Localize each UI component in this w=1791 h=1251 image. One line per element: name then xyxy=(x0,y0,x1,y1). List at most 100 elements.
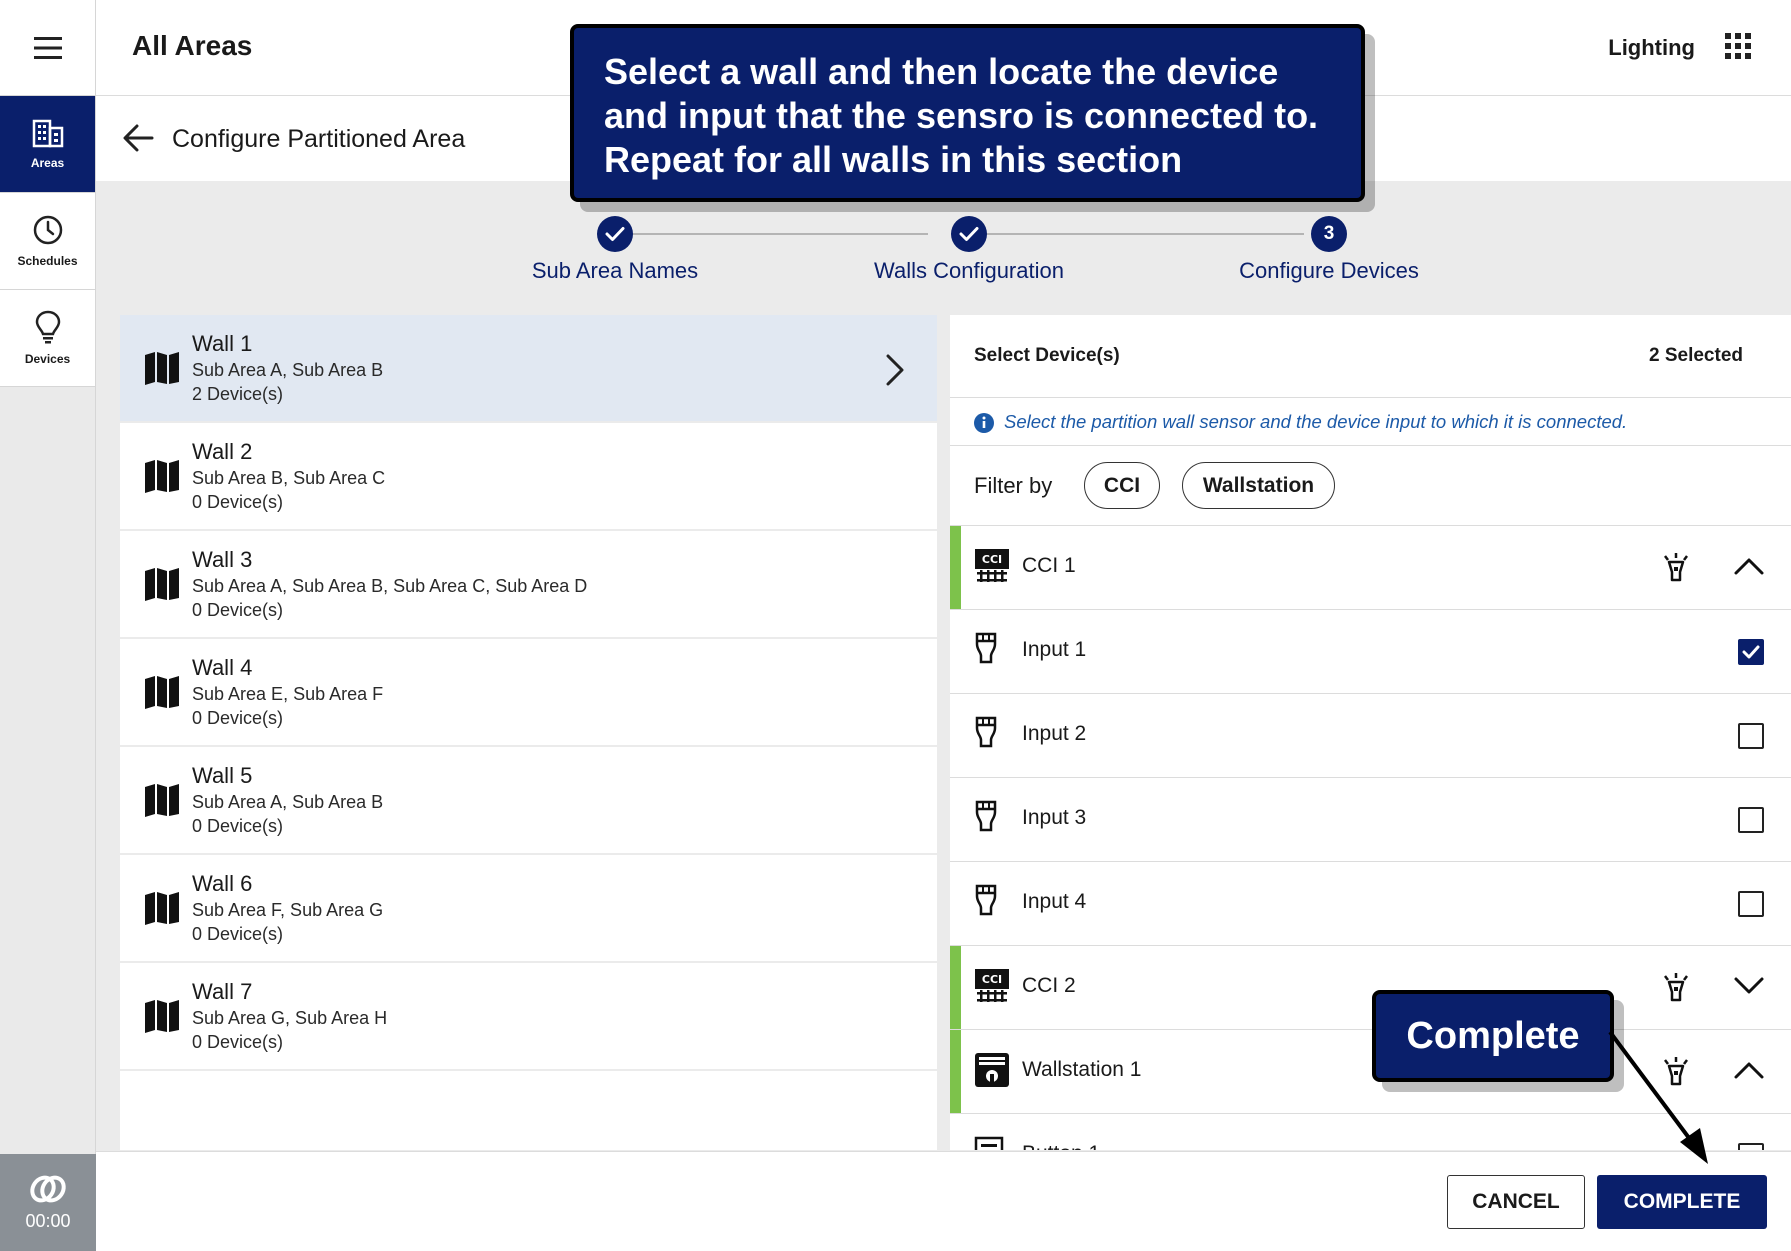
complete-button[interactable]: COMPLETE xyxy=(1597,1175,1767,1229)
timer-value: 00:00 xyxy=(25,1211,71,1231)
step-number: 3 xyxy=(1311,216,1347,252)
cci-device-icon: CCI xyxy=(975,549,1009,582)
lightbulb-icon xyxy=(35,310,60,344)
device-input-row[interactable]: Input 1 xyxy=(950,610,1791,694)
partition-wall-icon xyxy=(145,460,179,493)
page-title: All Areas xyxy=(132,30,253,61)
wall-subareas: Sub Area G, Sub Area H xyxy=(192,1008,388,1028)
link-icon xyxy=(30,1175,66,1203)
cancel-button[interactable]: CANCEL xyxy=(1447,1175,1585,1229)
nav-item-areas[interactable]: Areas xyxy=(0,96,95,193)
filter-chip-wallstation[interactable]: Wallstation xyxy=(1182,462,1335,509)
info-text: Select the partition wall sensor and the… xyxy=(1004,411,1628,432)
wall-name: Wall 1 xyxy=(192,331,253,356)
wallstation-icon xyxy=(975,1053,1009,1087)
device-panel-title: Select Device(s) xyxy=(974,345,1120,366)
stepper: Sub Area Names Walls Configuration 3 Con… xyxy=(96,216,1791,286)
device-group-row[interactable]: CCI CCI 2 xyxy=(950,946,1791,1030)
input-connector-icon xyxy=(975,716,997,748)
device-input-row[interactable]: Input 3 xyxy=(950,778,1791,862)
device-group-row[interactable]: CCI CCI 1 xyxy=(950,526,1791,610)
nav-label-devices: Devices xyxy=(24,352,71,366)
input-checkbox[interactable] xyxy=(1738,723,1764,749)
cci-device-icon: CCI xyxy=(975,969,1009,1002)
nav-item-devices[interactable]: Devices xyxy=(0,290,95,387)
partition-wall-icon xyxy=(145,676,179,709)
timer-widget: 00:00 xyxy=(0,1154,96,1251)
device-name: Wallstation 1 xyxy=(1022,1058,1142,1081)
wall-subareas: Sub Area F, Sub Area G xyxy=(192,900,384,920)
info-banner: Select the partition wall sensor and the… xyxy=(950,398,1791,446)
check-icon xyxy=(597,216,633,252)
device-name: Input 4 xyxy=(1022,890,1087,913)
wall-subareas: Sub Area E, Sub Area F xyxy=(192,684,384,704)
building-icon xyxy=(32,119,63,148)
identify-light-icon[interactable] xyxy=(1661,972,1691,1004)
filter-chip-cci[interactable]: CCI xyxy=(1084,462,1160,509)
wall-device-count: 0 Device(s) xyxy=(192,492,284,512)
wall-subareas: Sub Area A, Sub Area B xyxy=(192,792,384,812)
input-connector-icon xyxy=(975,800,997,832)
device-input-row[interactable]: Input 4 xyxy=(950,862,1791,946)
wall-row[interactable]: Wall 1 Sub Area A, Sub Area B 2 Device(s) xyxy=(120,315,937,423)
wall-name: Wall 3 xyxy=(192,547,253,572)
step-walls-configuration[interactable]: Walls Configuration xyxy=(829,216,1109,284)
chevron-up-icon[interactable] xyxy=(1733,556,1765,576)
wall-name: Wall 5 xyxy=(192,763,253,788)
step-sub-area-names[interactable]: Sub Area Names xyxy=(485,216,745,284)
nav-label-areas: Areas xyxy=(30,156,65,170)
chevron-right-icon xyxy=(886,354,904,386)
back-arrow-icon[interactable] xyxy=(122,123,154,153)
chevron-up-icon[interactable] xyxy=(1733,1060,1765,1080)
partition-wall-icon xyxy=(145,568,179,601)
wall-device-count: 0 Device(s) xyxy=(192,1032,284,1052)
device-name: Input 3 xyxy=(1022,806,1087,829)
button-device-icon xyxy=(974,1136,1004,1150)
wall-subareas: Sub Area A, Sub Area B, Sub Area C, Sub … xyxy=(192,576,588,596)
filter-bar: Filter by CCI Wallstation xyxy=(950,446,1791,526)
wall-row[interactable]: Wall 6 Sub Area F, Sub Area G 0 Device(s) xyxy=(120,855,937,963)
wall-row[interactable]: Wall 5 Sub Area A, Sub Area B 0 Device(s) xyxy=(120,747,937,855)
partition-wall-icon xyxy=(145,892,179,925)
wall-device-count: 0 Device(s) xyxy=(192,708,284,728)
info-icon xyxy=(974,413,994,433)
wall-list: Wall 1 Sub Area A, Sub Area B2 Device(s) W… xyxy=(120,315,937,1150)
app-switcher-label[interactable]: Lighting xyxy=(1608,35,1695,61)
wall-device-count: 0 Device(s) xyxy=(192,816,284,836)
wall-row[interactable]: Wall 7 Sub Area G, Sub Area H 0 Device(s) xyxy=(120,963,937,1071)
wall-subareas: Sub Area A, Sub Area B xyxy=(192,360,384,380)
footer-bar: CANCEL COMPLETE xyxy=(96,1151,1791,1251)
input-checkbox[interactable] xyxy=(1738,639,1764,665)
device-input-row[interactable]: Input 2 xyxy=(950,694,1791,778)
partition-wall-icon xyxy=(145,784,179,817)
svg-text:CCI: CCI xyxy=(982,553,1002,566)
svg-text:CCI: CCI xyxy=(982,973,1002,986)
hamburger-icon xyxy=(33,36,62,59)
wall-row[interactable]: Wall 3 Sub Area A, Sub Area B, Sub Area C… xyxy=(120,531,937,639)
step-label: Walls Configuration xyxy=(874,258,1064,283)
tutorial-callout: Select a wall and then locate the device… xyxy=(570,24,1365,202)
chevron-down-icon[interactable] xyxy=(1733,976,1765,996)
selected-count: 2 Selected xyxy=(1649,345,1743,366)
nav-label-schedules: Schedules xyxy=(17,254,78,268)
input-checkbox[interactable] xyxy=(1738,1143,1764,1150)
step-configure-devices[interactable]: 3 Configure Devices xyxy=(1189,216,1469,284)
nav-item-schedules[interactable]: Schedules xyxy=(0,193,95,290)
app-grid-icon[interactable] xyxy=(1725,33,1751,59)
clock-icon xyxy=(33,215,62,245)
wall-row[interactable]: Wall 2 Sub Area B, Sub Area C 0 Device(s) xyxy=(120,423,937,531)
pointer-arrow-icon xyxy=(1608,1030,1708,1164)
input-checkbox[interactable] xyxy=(1738,807,1764,833)
identify-light-icon[interactable] xyxy=(1661,552,1691,584)
device-name: Input 2 xyxy=(1022,722,1087,745)
device-name: Input 1 xyxy=(1022,638,1087,661)
menu-button[interactable] xyxy=(0,0,95,96)
step-label: Sub Area Names xyxy=(531,258,699,283)
step-label: Configure Devices xyxy=(1239,258,1419,283)
wall-name: Wall 6 xyxy=(192,871,253,896)
wall-row[interactable]: Wall 4 Sub Area E, Sub Area F 0 Device(s) xyxy=(120,639,937,747)
partition-wall-icon xyxy=(145,1000,179,1033)
wall-subareas: Sub Area B, Sub Area C xyxy=(192,468,386,488)
input-connector-icon xyxy=(975,884,997,916)
input-checkbox[interactable] xyxy=(1738,891,1764,917)
